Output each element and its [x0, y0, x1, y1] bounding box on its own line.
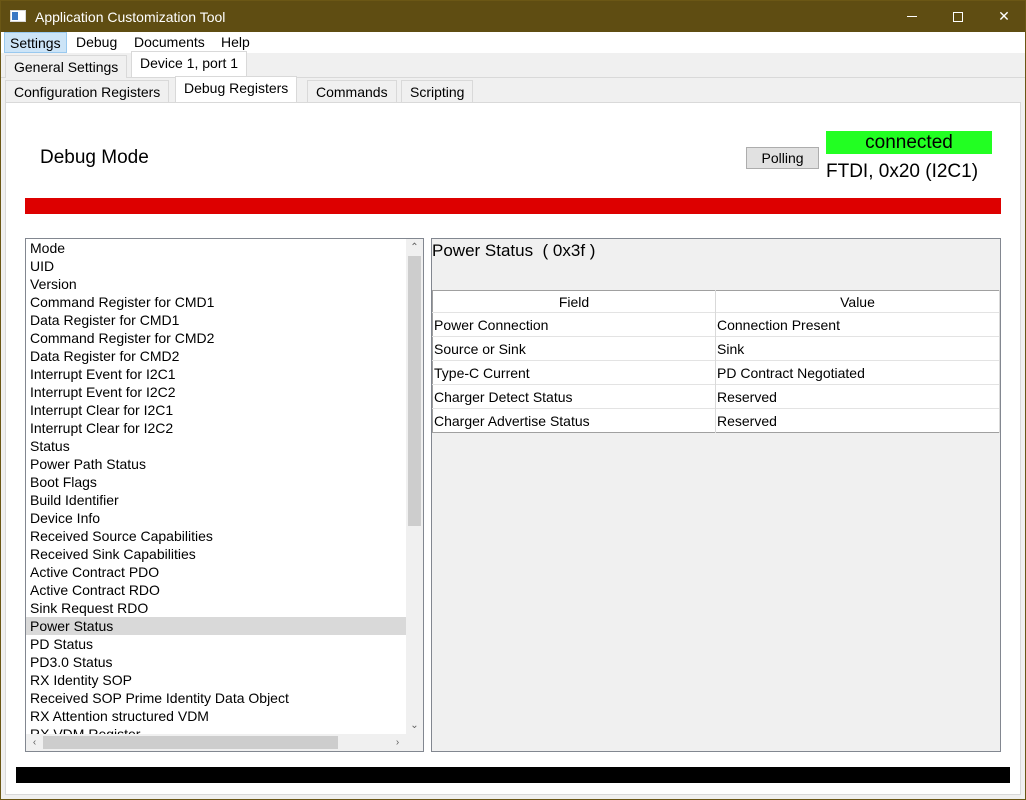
column-header-value: Value: [715, 290, 1000, 313]
menu-help[interactable]: Help: [216, 32, 255, 53]
list-item[interactable]: Status: [26, 437, 406, 455]
minimize-icon: [907, 16, 917, 17]
menu-documents[interactable]: Documents: [129, 32, 210, 53]
list-item[interactable]: Interrupt Clear for I2C2: [26, 419, 406, 437]
register-tab-row: Configuration Registers Debug Registers …: [1, 76, 1025, 104]
connection-status-badge: connected: [826, 131, 992, 154]
scroll-up-icon[interactable]: ⌃: [406, 239, 423, 256]
list-item[interactable]: Received SOP Prime Identity Data Object: [26, 689, 406, 707]
list-item[interactable]: Power Status: [26, 617, 406, 635]
register-list-items: Mode UID Version Command Register for CMD1 D…: [26, 239, 406, 734]
horizontal-scrollbar[interactable]: ‹ ›: [26, 734, 406, 751]
scroll-right-icon[interactable]: ›: [389, 734, 406, 751]
value-cell: Sink: [715, 336, 1000, 361]
list-item[interactable]: PD Status: [26, 635, 406, 653]
list-item[interactable]: Active Contract RDO: [26, 581, 406, 599]
list-item[interactable]: Device Info: [26, 509, 406, 527]
table-row[interactable]: Charger Detect Status Reserved: [432, 384, 1000, 409]
scroll-corner: [406, 734, 423, 751]
field-cell: Charger Detect Status: [432, 384, 716, 409]
table-row[interactable]: Type-C Current PD Contract Negotiated: [432, 360, 1000, 385]
app-window: Application Customization Tool ✕ Setting…: [0, 0, 1026, 800]
list-item[interactable]: Received Source Capabilities: [26, 527, 406, 545]
list-item[interactable]: UID: [26, 257, 406, 275]
list-item[interactable]: Mode: [26, 239, 406, 257]
tab-debug-registers[interactable]: Debug Registers: [175, 76, 298, 102]
field-cell: Charger Advertise Status: [432, 408, 716, 433]
list-item[interactable]: RX Identity SOP: [26, 671, 406, 689]
field-cell: Source or Sink: [432, 336, 716, 361]
tab-commands[interactable]: Commands: [307, 80, 397, 104]
menu-bar: Settings Debug Documents Help: [1, 32, 1025, 53]
list-item[interactable]: Interrupt Event for I2C2: [26, 383, 406, 401]
minimize-button[interactable]: [889, 1, 935, 32]
horizontal-scroll-thumb[interactable]: [43, 736, 338, 749]
footer-bar: [16, 767, 1010, 783]
list-item[interactable]: RX VDM Register: [26, 725, 406, 734]
list-item[interactable]: Command Register for CMD1: [26, 293, 406, 311]
column-header-field: Field: [432, 290, 716, 313]
tab-configuration-registers[interactable]: Configuration Registers: [5, 80, 170, 104]
field-cell: Type-C Current: [432, 360, 716, 385]
table-row[interactable]: Source or Sink Sink: [432, 336, 1000, 361]
list-item[interactable]: Sink Request RDO: [26, 599, 406, 617]
list-item[interactable]: Command Register for CMD2: [26, 329, 406, 347]
menu-settings[interactable]: Settings: [4, 32, 67, 53]
tab-general-settings[interactable]: General Settings: [5, 55, 128, 79]
register-detail-panel: Power Status ( 0x3f ) Field Value Power …: [431, 238, 1001, 752]
list-item[interactable]: Version: [26, 275, 406, 293]
menu-debug[interactable]: Debug: [71, 32, 122, 53]
list-item[interactable]: Boot Flags: [26, 473, 406, 491]
list-item[interactable]: Power Path Status: [26, 455, 406, 473]
list-item[interactable]: Build Identifier: [26, 491, 406, 509]
field-cell: Power Connection: [432, 312, 716, 337]
list-item[interactable]: Received Sink Capabilities: [26, 545, 406, 563]
maximize-icon: [953, 11, 963, 22]
register-detail-title: Power Status ( 0x3f ): [432, 241, 596, 260]
scroll-left-icon[interactable]: ‹: [26, 734, 43, 751]
status-bar: [25, 198, 1001, 214]
field-table: Field Value Power Connection Connection P…: [432, 290, 1000, 433]
list-item[interactable]: RX Attention structured VDM: [26, 707, 406, 725]
debug-registers-panel: Debug Mode Polling connected FTDI, 0x20 …: [5, 102, 1021, 795]
scroll-down-icon[interactable]: ⌄: [406, 717, 423, 734]
connection-info: FTDI, 0x20 (I2C1): [826, 161, 979, 182]
window-title: Application Customization Tool: [35, 9, 226, 25]
table-row[interactable]: Power Connection Connection Present: [432, 312, 1000, 337]
close-button[interactable]: ✕: [981, 1, 1026, 32]
list-item[interactable]: PD3.0 Status: [26, 653, 406, 671]
value-cell: Reserved: [715, 408, 1000, 433]
maximize-button[interactable]: [935, 1, 981, 32]
value-cell: Reserved: [715, 384, 1000, 409]
device-tab-row: General Settings Device 1, port 1: [1, 51, 1025, 79]
list-item[interactable]: Interrupt Event for I2C1: [26, 365, 406, 383]
title-bar: Application Customization Tool ✕: [1, 1, 1025, 32]
list-item[interactable]: Data Register for CMD2: [26, 347, 406, 365]
value-cell: PD Contract Negotiated: [715, 360, 1000, 385]
tab-scripting[interactable]: Scripting: [401, 80, 474, 104]
mode-title: Debug Mode: [40, 147, 149, 168]
table-row[interactable]: Charger Advertise Status Reserved: [432, 408, 1000, 433]
list-item[interactable]: Active Contract PDO: [26, 563, 406, 581]
vertical-scrollbar[interactable]: ⌃ ⌄: [406, 239, 423, 734]
value-cell: Connection Present: [715, 312, 1000, 337]
list-item[interactable]: Data Register for CMD1: [26, 311, 406, 329]
app-icon: [10, 10, 26, 22]
close-icon: ✕: [998, 8, 1010, 24]
vertical-scroll-thumb[interactable]: [408, 256, 421, 526]
register-list: Mode UID Version Command Register for CMD1 D…: [25, 238, 424, 752]
table-header-row: Field Value: [432, 290, 1000, 313]
tab-device-1-port-1[interactable]: Device 1, port 1: [131, 51, 248, 77]
polling-button[interactable]: Polling: [746, 147, 819, 169]
list-item[interactable]: Interrupt Clear for I2C1: [26, 401, 406, 419]
